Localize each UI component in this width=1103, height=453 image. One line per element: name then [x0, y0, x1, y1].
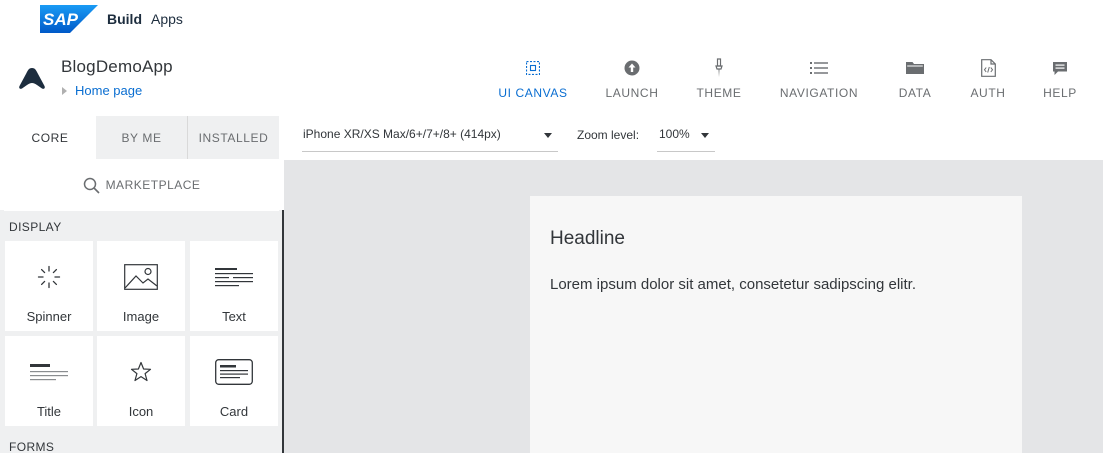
spinner-icon: [37, 263, 61, 291]
nav-auth[interactable]: AUTH: [968, 54, 1008, 104]
chevron-down-icon: [701, 133, 709, 138]
chat-icon: [1050, 58, 1070, 78]
nav-theme[interactable]: THEME: [696, 54, 742, 104]
tab-by-me[interactable]: BY ME: [96, 116, 188, 159]
zoom-select[interactable]: 100%: [657, 124, 715, 152]
star-icon: [129, 358, 153, 386]
brush-icon: [709, 58, 729, 78]
sap-logo: SAP: [40, 5, 98, 33]
image-icon: [124, 263, 158, 291]
card-icon: [215, 358, 253, 386]
nav-label: HELP: [1043, 86, 1077, 100]
brand-bar: SAP Build Apps: [0, 0, 1103, 40]
nav-label: NAVIGATION: [779, 86, 859, 100]
device-select[interactable]: iPhone XR/XS Max/6+/7+/8+ (414px): [302, 124, 558, 152]
component-spinner[interactable]: Spinner: [5, 241, 93, 331]
tile-label: Image: [122, 309, 160, 324]
sap-logo-text: SAP: [43, 10, 79, 29]
app-logo-icon: [19, 68, 45, 89]
tab-installed[interactable]: INSTALLED: [188, 116, 279, 159]
canvas-headline[interactable]: Headline: [550, 228, 625, 250]
section-forms: FORMS: [9, 440, 55, 453]
nav-help[interactable]: HELP: [1042, 54, 1078, 104]
text-icon: [215, 263, 253, 291]
tile-label: Icon: [128, 404, 154, 419]
tile-label: Text: [222, 309, 246, 324]
component-card[interactable]: Card: [190, 336, 278, 426]
nav-launch[interactable]: LAUNCH: [604, 54, 660, 104]
caret-right-icon: [62, 86, 67, 95]
folder-icon: [905, 58, 925, 78]
list-icon: [809, 58, 829, 78]
upload-icon: [622, 58, 642, 78]
title-icon: [30, 358, 68, 386]
marketplace-label: MARKETPLACE: [105, 178, 201, 192]
component-tabs: CORE BY ME INSTALLED: [4, 116, 279, 159]
breadcrumb-page[interactable]: Home page: [75, 83, 142, 98]
component-icon[interactable]: Icon: [97, 336, 185, 426]
ui-canvas-icon: [523, 58, 543, 78]
canvas-paragraph[interactable]: Lorem ipsum dolor sit amet, consetetur s…: [550, 276, 916, 293]
nav-label: UI CANVAS: [498, 86, 568, 100]
search-icon: [83, 177, 100, 194]
product-name: Build: [107, 11, 142, 27]
component-text[interactable]: Text: [190, 241, 278, 331]
component-title[interactable]: Title: [5, 336, 93, 426]
nav-label: LAUNCH: [605, 86, 659, 100]
nav-label: AUTH: [970, 86, 1006, 100]
code-file-icon: [978, 58, 998, 78]
nav-label: THEME: [696, 86, 742, 100]
device-select-value: iPhone XR/XS Max/6+/7+/8+ (414px): [303, 127, 501, 141]
nav-data[interactable]: DATA: [896, 54, 934, 104]
tab-core[interactable]: CORE: [4, 116, 96, 159]
nav-ui-canvas[interactable]: UI CANVAS: [497, 54, 569, 104]
nav-label: DATA: [898, 86, 932, 100]
marketplace-button[interactable]: MARKETPLACE: [4, 159, 279, 211]
component-image[interactable]: Image: [97, 241, 185, 331]
app-name: BlogDemoApp: [61, 57, 173, 76]
section-display: DISPLAY: [9, 220, 62, 234]
zoom-label: Zoom level:: [577, 128, 640, 142]
tile-label: Spinner: [26, 309, 72, 324]
zoom-select-value: 100%: [659, 127, 690, 141]
product-suffix: Apps: [151, 11, 183, 27]
chevron-down-icon: [544, 133, 552, 138]
nav-navigation[interactable]: NAVIGATION: [779, 54, 859, 104]
breadcrumb[interactable]: Home page: [62, 83, 142, 98]
tile-label: Card: [219, 404, 249, 419]
tile-label: Title: [36, 404, 62, 419]
